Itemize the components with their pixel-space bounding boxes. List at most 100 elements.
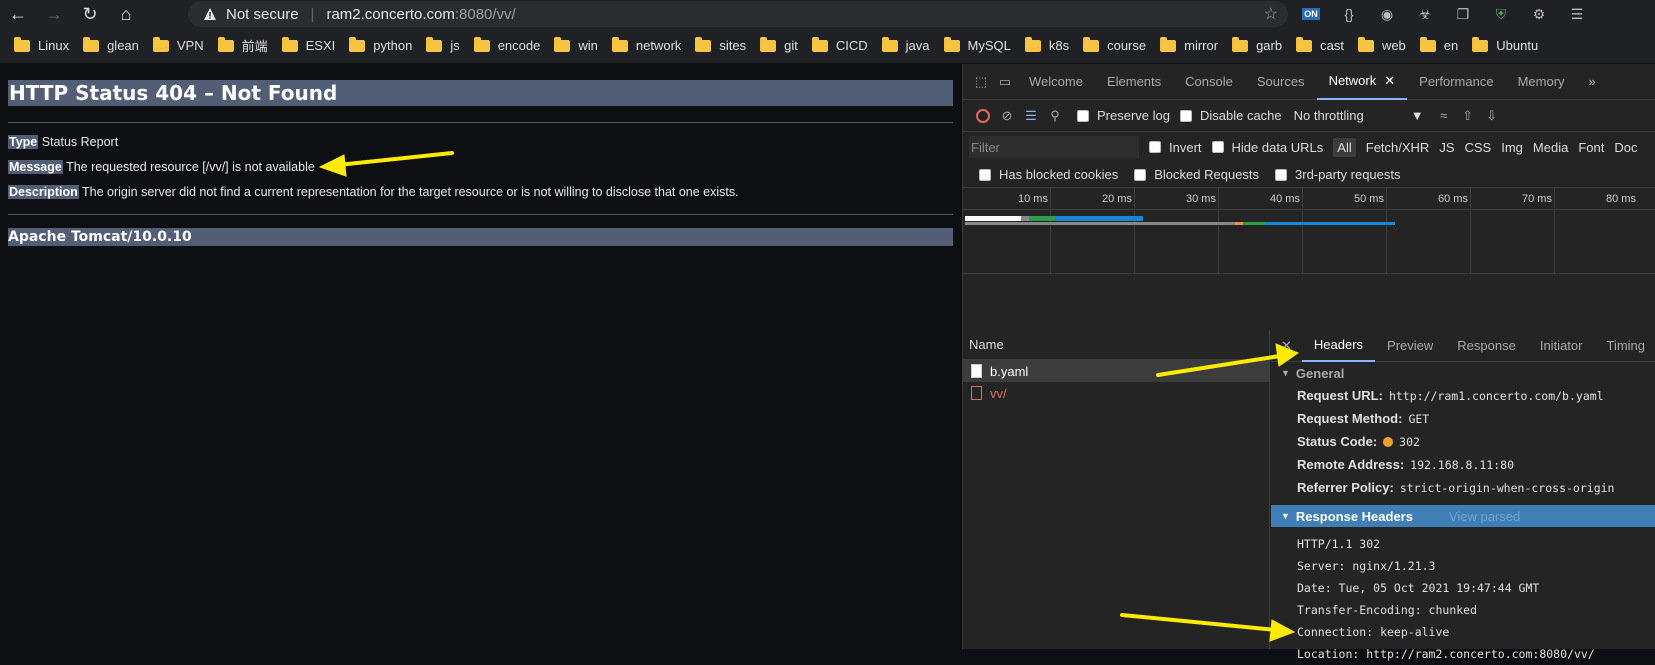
invert-checkbox[interactable]: Invert (1149, 140, 1202, 155)
tab-network[interactable]: Network ✕ (1316, 64, 1408, 100)
bookmark-folder[interactable]: network (611, 36, 681, 53)
url-host[interactable]: ram2.concerto.com (326, 6, 454, 23)
address-bar[interactable]: Not secure | ram2.concerto.com:8080/vv/ … (188, 1, 1288, 27)
view-parsed-link[interactable]: View parsed (1449, 509, 1520, 524)
export-har-icon[interactable]: ⇩ (1480, 104, 1504, 128)
puzzle-extension-icon[interactable]: ⚙ (1528, 3, 1550, 25)
bookmark-folder[interactable]: encode (473, 36, 540, 53)
bookmark-folder[interactable]: java (881, 36, 930, 53)
name-column-header[interactable]: Name (963, 330, 1269, 360)
bookmark-folder[interactable]: win (554, 36, 598, 53)
bookmark-folder[interactable]: js (426, 36, 460, 53)
throttling-select[interactable]: No throttling ▼ (1294, 104, 1424, 128)
filter-icon[interactable]: ☰ (1019, 104, 1043, 128)
tab-memory[interactable]: Memory (1506, 64, 1577, 100)
general-title: General (1295, 365, 1345, 381)
type-filter-img[interactable]: Img (1501, 140, 1523, 155)
server-footer: Apache Tomcat/10.0.10 (8, 228, 953, 246)
bookmark-folder[interactable]: CICD (811, 36, 868, 53)
bookmark-folder[interactable]: git (760, 36, 798, 53)
type-filter-doc[interactable]: Doc (1614, 140, 1637, 155)
referrer-policy-value: strict-origin-when-cross-origin (1399, 480, 1615, 495)
bookmark-folder[interactable]: sites (695, 36, 746, 53)
bookmark-folder[interactable]: Ubuntu (1472, 36, 1539, 53)
folder-icon (695, 36, 712, 52)
timing-bar (965, 222, 1235, 225)
more-tabs-icon[interactable]: » (1577, 64, 1608, 100)
tab-elements[interactable]: Elements (1095, 64, 1173, 100)
disable-cache-checkbox[interactable]: Disable cache (1179, 108, 1282, 123)
shield-extension-icon[interactable]: ⛨ (1490, 3, 1512, 25)
blocked-requests-label: Blocked Requests (1154, 167, 1260, 182)
forward-icon[interactable]: → (36, 0, 72, 28)
copy-extension-icon[interactable]: ❐ (1452, 3, 1474, 25)
close-icon[interactable]: ✕ (1384, 73, 1395, 89)
tab-preview[interactable]: Preview (1375, 330, 1445, 362)
tab-console[interactable]: Console (1173, 64, 1245, 100)
bookmark-folder[interactable]: ESXI (281, 36, 335, 53)
bookmark-folder[interactable]: mirror (1160, 36, 1218, 53)
bookmark-folder[interactable]: glean (83, 36, 139, 53)
reading-list-icon[interactable]: ☰ (1566, 3, 1588, 25)
bookmark-folder[interactable]: k8s (1024, 36, 1069, 53)
bug-extension-icon[interactable]: ☣ (1414, 3, 1436, 25)
circle-extension-icon[interactable]: ◉ (1376, 3, 1398, 25)
filter-input[interactable]: Filter (969, 136, 1139, 158)
bookmark-folder[interactable]: 前端 (217, 36, 268, 55)
response-headers-title: Response Headers (1295, 508, 1413, 524)
hide-data-urls-checkbox[interactable]: Hide data URLs (1211, 140, 1323, 155)
back-icon[interactable]: ← (0, 0, 36, 28)
requests-area: Name b.yaml vv/ ✕ Headers Preview Respon… (963, 330, 1655, 661)
status-dot-icon (1383, 436, 1394, 447)
reload-icon[interactable]: ↻ (72, 0, 108, 28)
network-overview[interactable]: 10 ms 20 ms 30 ms 40 ms 50 ms 60 ms 70 m… (963, 188, 1655, 274)
general-section-header[interactable]: ▼ General (1271, 362, 1655, 384)
braces-extension-icon[interactable]: {} (1338, 3, 1360, 25)
tab-headers[interactable]: Headers (1301, 330, 1376, 362)
type-filter-fetch[interactable]: Fetch/XHR (1366, 140, 1430, 155)
type-filter-js[interactable]: JS (1439, 140, 1454, 155)
bookmark-folder[interactable]: web (1357, 36, 1406, 53)
inspect-icon[interactable]: ⬚ (969, 70, 993, 94)
type-filter-all[interactable]: All (1333, 137, 1356, 157)
close-details-icon[interactable]: ✕ (1271, 330, 1302, 362)
bookmark-folder[interactable]: VPN (152, 36, 204, 53)
blocked-requests-checkbox[interactable]: Blocked Requests (1134, 167, 1259, 182)
bookmark-folder[interactable]: en (1419, 36, 1458, 53)
bookmark-folder[interactable]: cast (1296, 36, 1344, 53)
tab-timing[interactable]: Timing (1594, 330, 1655, 362)
record-icon[interactable] (971, 104, 995, 128)
tab-welcome[interactable]: Welcome (1017, 64, 1095, 100)
device-toolbar-icon[interactable]: ▭ (993, 70, 1017, 94)
network-conditions-icon[interactable]: ≈ (1432, 104, 1456, 128)
bookmark-folder[interactable]: python (349, 36, 412, 53)
third-party-checkbox[interactable]: 3rd-party requests (1275, 167, 1401, 182)
bookmark-folder[interactable]: garb (1232, 36, 1282, 53)
response-headers-section-header[interactable]: ▼ Response Headers View parsed (1271, 505, 1655, 527)
bookmark-folder[interactable]: course (1083, 36, 1146, 53)
bookmark-folder[interactable]: Linux (14, 36, 69, 53)
blocked-cookies-checkbox[interactable]: Has blocked cookies (979, 167, 1118, 182)
tab-sources[interactable]: Sources (1245, 64, 1317, 100)
type-filter-font[interactable]: Font (1578, 140, 1604, 155)
tab-initiator[interactable]: Initiator (1528, 330, 1595, 362)
security-label[interactable]: Not secure (226, 6, 299, 23)
bookmark-star-icon[interactable]: ☆ (1264, 4, 1278, 24)
tab-response[interactable]: Response (1445, 330, 1528, 362)
extension-badge-icon[interactable]: ON (1300, 3, 1322, 25)
type-filter-media[interactable]: Media (1533, 140, 1568, 155)
bookmark-label: Ubuntu (1496, 38, 1539, 53)
search-icon[interactable]: ⚲ (1043, 104, 1067, 128)
type-filter-css[interactable]: CSS (1465, 140, 1492, 155)
description-value: The origin server did not find a current… (82, 185, 739, 199)
bookmark-folder[interactable]: MySQL (943, 36, 1011, 53)
tab-performance[interactable]: Performance (1407, 64, 1505, 100)
preserve-log-checkbox[interactable]: Preserve log (1077, 108, 1170, 123)
request-row[interactable]: vv/ (963, 382, 1269, 404)
bookmark-label: VPN (176, 38, 204, 53)
url-path[interactable]: :8080/vv/ (455, 6, 516, 23)
import-har-icon[interactable]: ⇧ (1456, 104, 1480, 128)
request-row[interactable]: b.yaml (963, 360, 1269, 382)
home-icon[interactable]: ⌂ (108, 0, 144, 28)
clear-icon[interactable]: ⊘ (995, 104, 1019, 128)
